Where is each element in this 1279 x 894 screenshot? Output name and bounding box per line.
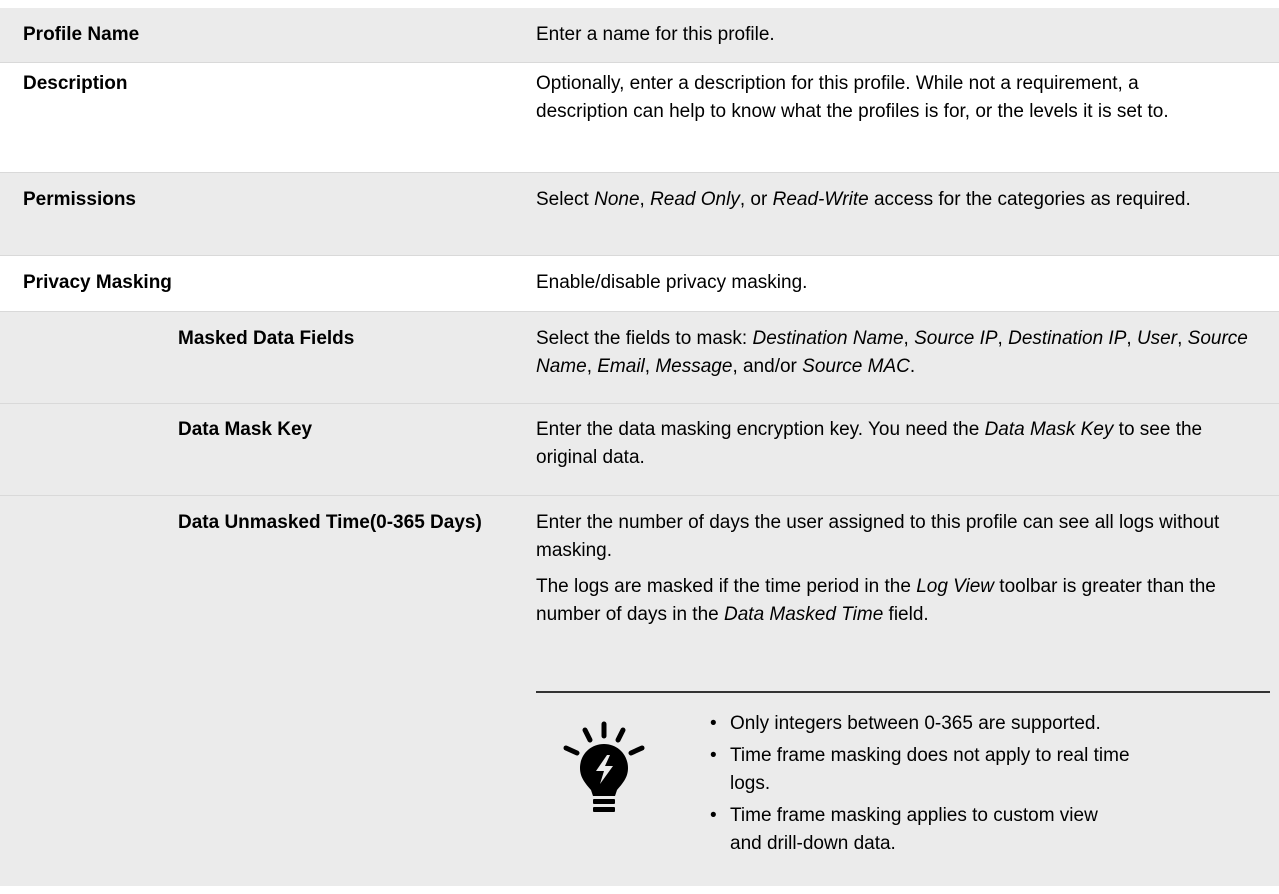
note-divider — [536, 691, 1270, 693]
field-description: Enable/disable privacy masking. — [536, 272, 808, 293]
table-row: Permissions Select None, Read Only, or R… — [0, 173, 1279, 255]
field-label: Data Unmasked Time(0-365 Days) — [178, 512, 482, 533]
tip-list: Only integers between 0-365 are supporte… — [710, 710, 1130, 862]
field-label: Profile Name — [23, 24, 140, 45]
field-description: Select the fields to mask: Destination N… — [536, 328, 1248, 377]
field-label: Data Mask Key — [178, 419, 313, 440]
list-item: Only integers between 0-365 are supporte… — [710, 710, 1130, 738]
field-label: Masked Data Fields — [178, 328, 355, 349]
field-description: Optionally, enter a description for this… — [536, 73, 1169, 122]
list-item: Time frame masking applies to custom vie… — [710, 802, 1130, 858]
table-row: Profile Name Enter a name for this profi… — [0, 8, 1279, 62]
field-label: Privacy Masking — [23, 272, 172, 293]
table-row: Description Optionally, enter a descript… — [0, 63, 1279, 172]
field-description: Select None, Read Only, or Read-Write ac… — [536, 189, 1191, 210]
field-label: Permissions — [23, 189, 136, 210]
table-row: Privacy Masking Enable/disable privacy m… — [0, 256, 1279, 311]
lightbulb-tip-icon — [563, 721, 645, 812]
list-item: Time frame masking does not apply to rea… — [710, 742, 1130, 798]
table-row: Masked Data Fields Select the fields to … — [0, 312, 1279, 403]
field-description: Enter the number of days the user assign… — [536, 512, 1220, 625]
field-description: Enter a name for this profile. — [536, 24, 775, 45]
table-row: Data Mask Key Enter the data masking enc… — [0, 404, 1279, 495]
field-label: Description — [23, 73, 128, 94]
field-description: Enter the data masking encryption key. Y… — [536, 419, 1203, 468]
